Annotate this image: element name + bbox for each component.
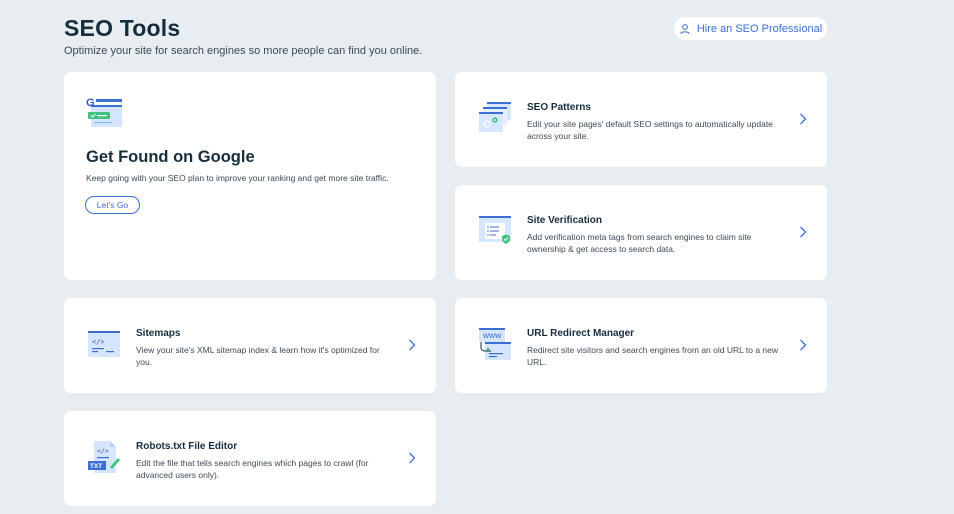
sitemap-icon: </> bbox=[88, 331, 120, 357]
site-verification-icon bbox=[479, 216, 511, 244]
chevron-right-icon[interactable] bbox=[799, 226, 807, 238]
www-label: WWW bbox=[483, 333, 502, 340]
code-tag-label: </> bbox=[92, 338, 105, 346]
person-icon bbox=[680, 23, 690, 34]
seo-patterns-icon bbox=[479, 102, 511, 132]
card-title: URL Redirect Manager bbox=[527, 328, 635, 339]
hire-button-label: Hire an SEO Professional bbox=[696, 22, 823, 35]
chevron-right-icon[interactable] bbox=[408, 452, 416, 464]
seo-patterns-card[interactable]: SEO Patterns Edit your site pages' defau… bbox=[455, 72, 827, 167]
lets-go-button[interactable]: Let’s Go bbox=[85, 196, 140, 214]
card-title: Sitemaps bbox=[136, 328, 181, 339]
robots-txt-editor-card[interactable]: </> TXT Robots.txt File Editor Edit the … bbox=[64, 411, 436, 506]
url-redirect-icon: WWW bbox=[479, 328, 511, 360]
site-verification-card[interactable]: Site Verification Add verification meta … bbox=[455, 185, 827, 280]
sitemaps-card[interactable]: </> Sitemaps View your site's XML sitema… bbox=[64, 298, 436, 393]
chevron-right-icon[interactable] bbox=[799, 339, 807, 351]
url-redirect-manager-card[interactable]: WWW URL Redirect Manager Redirect site v… bbox=[455, 298, 827, 393]
hire-seo-professional-button[interactable]: Hire an SEO Professional bbox=[674, 17, 827, 40]
card-description: View your site's XML sitemap index & lea… bbox=[136, 345, 380, 367]
card-title: SEO Patterns bbox=[527, 102, 591, 113]
get-found-on-google-card: G Get Found on Google Keep going with yo… bbox=[64, 72, 436, 280]
card-description: Edit your site pages' default SEO settin… bbox=[527, 119, 773, 141]
card-title: Site Verification bbox=[527, 215, 603, 226]
txt-label: TXT bbox=[90, 463, 102, 470]
page-subtitle: Optimize your site for search engines so… bbox=[64, 45, 423, 57]
robots-txt-icon: </> TXT bbox=[88, 441, 120, 473]
page-title: SEO Tools bbox=[64, 15, 181, 41]
card-description: Redirect site visitors and search engine… bbox=[527, 345, 779, 367]
card-description: Edit the file that tells search engines … bbox=[136, 458, 369, 480]
google-search-icon: G bbox=[86, 97, 122, 127]
hero-title: Get Found on Google bbox=[86, 148, 255, 166]
chevron-right-icon[interactable] bbox=[799, 113, 807, 125]
card-description: Add verification meta tags from search e… bbox=[527, 232, 752, 254]
hero-description: Keep going with your SEO plan to improve… bbox=[86, 173, 389, 183]
chevron-right-icon[interactable] bbox=[408, 339, 416, 351]
code-tag-label: </> bbox=[97, 447, 109, 455]
card-title: Robots.txt File Editor bbox=[136, 441, 238, 452]
